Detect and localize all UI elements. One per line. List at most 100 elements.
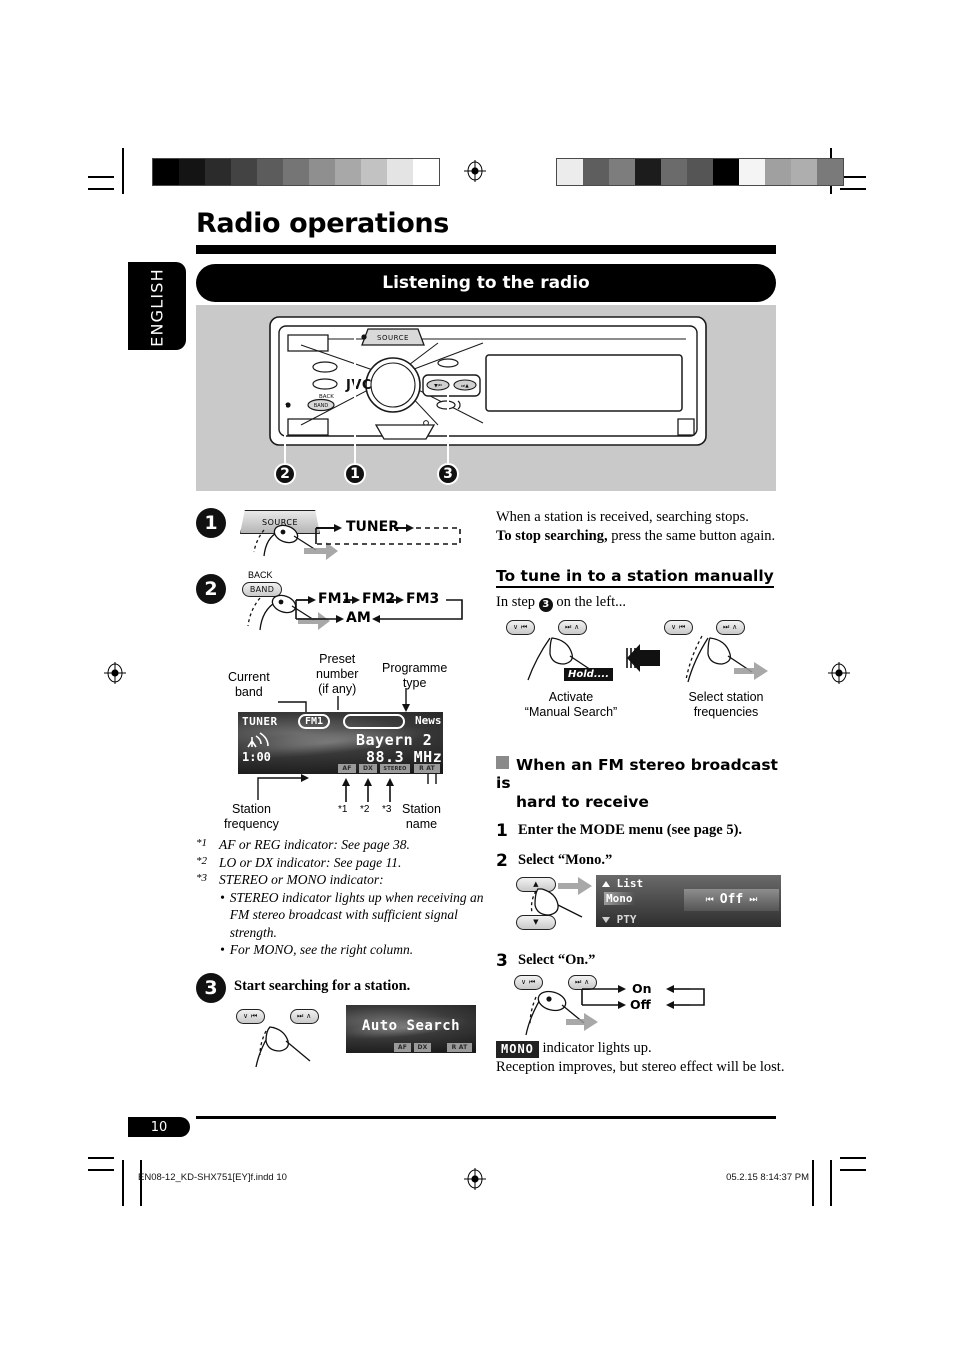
label-station-frequency: Station frequency (224, 802, 279, 831)
auto-search-text: Auto Search (361, 1017, 461, 1034)
display-annotation-block: Current band Preset number (if any) Program… (196, 642, 486, 842)
mark-asterisk-1: *1 (338, 804, 348, 815)
track-up-button-select[interactable]: ⏭ ∧ (716, 620, 745, 636)
onoff-illustration: ∨ ⏮ ⏭ ∧ On Off (514, 974, 786, 1045)
menu-item-above: List (602, 877, 643, 890)
tuner-display-screen: TUNER FM1 News Bayern 2 88.3 MHz 1:00 AF… (238, 712, 443, 774)
registration-mark-left (104, 662, 126, 684)
auto-search-indicator-af: AF (394, 1042, 411, 1052)
track-down-button-select-label: ∨ ⏮ (671, 623, 686, 632)
menu-prev-icon: ⏮ (705, 894, 714, 905)
unit-illustration-panel: SOURCE JVC BACK BAND ▼⏮ ⏭▲ 2 1 3 (196, 305, 776, 491)
callout-marker-3: 3 (437, 463, 459, 485)
manual-tune-instruction: In step 3 on the left... (496, 593, 786, 613)
search-stop-line2: press the same button again. (607, 527, 776, 544)
manual-caption-right: Select station frequencies (666, 690, 786, 720)
step-2-flow-fm2: FM2 (362, 591, 396, 607)
toggle-option-off: Off (630, 996, 651, 1012)
step-1-flow-tuner: TUNER (346, 519, 399, 535)
car-stereo-unit-diagram: SOURCE JVC BACK BAND ▼⏮ ⏭▲ (268, 315, 708, 450)
right-column: When a station is received, searching st… (496, 500, 786, 1077)
menu-next-icon: ⏭ (749, 894, 758, 905)
registration-mark-right (828, 662, 850, 684)
svg-text:▼⏮: ▼⏮ (434, 384, 442, 389)
manual-caption-left: Activate “Manual Search” (506, 690, 636, 720)
section-square-icon (496, 756, 509, 770)
bottom-rule (196, 1116, 776, 1119)
hold-badge: Hold.... (564, 668, 614, 682)
manual-search-illustration: ∨ ⏮ ⏭ ∧ Hold.... Activate “Manual Search… (496, 620, 786, 752)
step-3-number: 3 (196, 972, 226, 1003)
step-3-illustration: ∨ ⏮ ⏭ ∧ Auto Search AF DX R AT (236, 1004, 486, 1073)
inline-step-badge: 3 (538, 598, 553, 613)
bullet-dot: • (220, 889, 225, 905)
registration-mark-bottom (464, 1168, 486, 1190)
manual-tune-heading-label: To tune in to a station manually (496, 567, 774, 589)
step-3-block: 3 Start searching for a station. (196, 972, 486, 1003)
search-stop-line1: When a station is received, searching st… (496, 509, 749, 525)
footnote-3-text: STEREO or MONO indicator: (219, 872, 384, 888)
fm-step-1: 1 Enter the MODE menu (see page 5). (496, 821, 786, 841)
callout-marker-2: 2 (274, 463, 296, 485)
menu-item-above-label: List (616, 876, 644, 890)
fm-step-3-text: Select “On.” (518, 951, 596, 968)
auto-search-display: Auto Search AF DX R AT (346, 1004, 476, 1053)
crop-mark-tl-h (88, 176, 114, 178)
crop-mark-bl-inner (140, 1160, 142, 1206)
crop-mark-tl-v (122, 148, 124, 194)
menu-scroll-up-icon (602, 880, 610, 887)
crop-mark-bl-h2 (88, 1169, 114, 1171)
search-stop-paragraph: When a station is received, searching st… (496, 508, 786, 545)
display-indicator-af: AF (338, 764, 356, 773)
antenna-signal-icon (246, 732, 272, 752)
menu-item-below: PTY (602, 913, 637, 926)
footnote-2-text: LO or DX indicator: See page 11. (219, 854, 402, 870)
footnote-2-mark: *2 (196, 854, 207, 867)
crop-mark-bl-v (122, 1160, 124, 1206)
fm-step-2: 2 Select “Mono.” (496, 851, 786, 871)
manual-page: Radio operations ENGLISH Listening to th… (0, 0, 954, 1351)
manual-caption-right-1: Select station (688, 690, 764, 705)
menu-value-box: ⏮ Off ⏭ (684, 888, 779, 911)
auto-search-indicator-rat: R AT (447, 1042, 472, 1052)
crop-mark-br-inner (812, 1160, 814, 1206)
grayscale-calibration-bar-left (152, 158, 440, 186)
crop-mark-tr-h2 (840, 188, 866, 190)
svg-text:BAND: BAND (314, 403, 329, 409)
fm-step-1-text: Enter the MODE menu (see page 5). (518, 821, 743, 838)
svg-text:⏭▲: ⏭▲ (461, 384, 469, 389)
language-tab-label: ENGLISH (147, 268, 167, 347)
language-tab: ENGLISH (128, 262, 186, 350)
crop-mark-br-h (840, 1157, 866, 1159)
bullet-dot-2: • (220, 942, 225, 958)
step-2-flow-fm3: FM3 (406, 591, 440, 607)
track-down-button-select[interactable]: ∨ ⏮ (664, 620, 693, 636)
step-2-block: 2 BACK BAND FM1 FM2 FM3 AM (196, 570, 486, 640)
mode-menu-display: List Mono PTY ⏮ Off ⏭ (596, 874, 781, 927)
footnotes-block: *1 AF or REG indicator: See page 38. *2 … (196, 836, 486, 959)
page-title: Radio operations (196, 208, 449, 239)
fm-stereo-heading-line1: When an FM stereo broadcast is (496, 756, 778, 793)
mode-menu-illustration: ▲ ▼ List Mono PTY ⏮ Off ⏭ (506, 874, 786, 939)
footnote-3-mark: *3 (196, 872, 207, 885)
display-station-name: Bayern 2 (356, 731, 433, 749)
step-1-number: 1 (196, 508, 226, 538)
manual-tune-instruction-post: on the left... (552, 594, 626, 611)
registration-mark-top (464, 160, 486, 182)
display-indicator-rat: R AT (414, 764, 440, 773)
footnote-3-bullet-2-text: For MONO, see the right column. (229, 942, 414, 958)
label-station-name: Station name (402, 802, 441, 831)
manual-caption-right-2: frequencies (693, 705, 759, 720)
fm-step-2-number: 2 (496, 850, 508, 871)
display-band-badge: FM1 (298, 714, 331, 729)
fm-stereo-heading-line2: hard to receive (516, 792, 649, 811)
footnote-3-bullet-1: • STEREO indicator lights up when receiv… (220, 889, 486, 942)
left-column: 1 SOURCE TUNER 2 BACK BAND FM1 FM2 FM3 A… (196, 500, 486, 1073)
fm-step-2-text: Select “Mono.” (518, 851, 613, 868)
svg-text:JVC: JVC (345, 378, 372, 393)
menu-item-below-label: PTY (616, 912, 637, 926)
display-clock: 1:00 (242, 750, 271, 764)
crop-mark-tl-h2 (88, 188, 114, 190)
manual-tune-instruction-pre: In step (496, 594, 539, 611)
menu-item-selected: Mono (604, 891, 635, 905)
